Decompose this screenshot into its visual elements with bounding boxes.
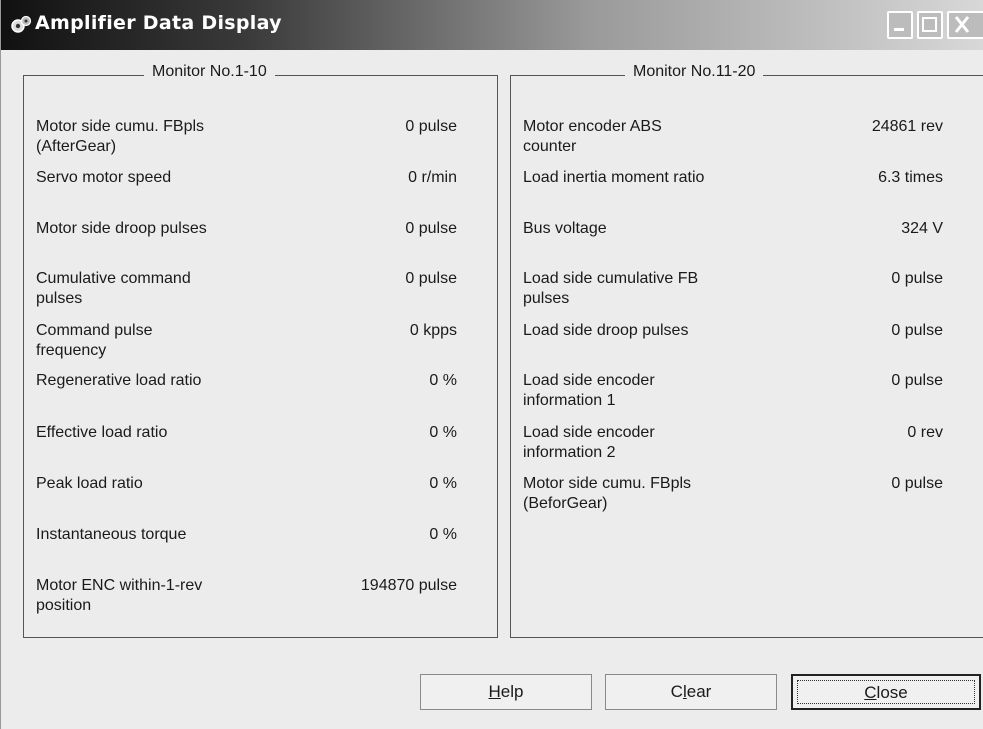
clear-label-start: C (670, 682, 683, 701)
monitor-label: Load inertia moment ratio (523, 169, 705, 186)
monitor-label: Regenerative load ratio (36, 372, 202, 389)
monitor-row: Instantaneous torque 0 % (24, 525, 457, 567)
monitor-row: Motor encoder ABS counter 24861 rev (511, 117, 943, 159)
monitor-label: Cumulative command pulses (36, 270, 191, 307)
monitor-label: Servo motor speed (36, 169, 172, 186)
maximize-button[interactable] (917, 11, 943, 39)
monitor-row: Servo motor speed 0 r/min (24, 168, 457, 210)
close-icon (954, 16, 970, 33)
help-button[interactable]: Help (420, 674, 592, 710)
monitor-value: 194870 pulse (360, 577, 457, 594)
monitor-group-2: Monitor No.11-20 Motor encoder ABS counte… (510, 63, 983, 638)
monitor-value: 0 kpps (409, 322, 457, 339)
monitor-value: 0 pulse (891, 372, 943, 389)
minimize-button[interactable] (887, 11, 913, 39)
monitor-label: Instantaneous torque (36, 526, 187, 543)
monitor-value: 0 rev (907, 424, 943, 441)
focus-rectangle (797, 680, 975, 704)
monitor-label: Effective load ratio (36, 424, 168, 441)
monitor-value: 324 V (901, 220, 943, 237)
monitor-label: Peak load ratio (36, 475, 143, 492)
monitor-label: Motor side cumu. FBpls (BeforGear) (523, 475, 692, 512)
monitor-row: Load side encoder information 1 0 pulse (511, 371, 943, 413)
close-window-button[interactable] (947, 11, 983, 39)
monitor-label: Motor side droop pulses (36, 220, 207, 237)
monitor-value: 0 pulse (891, 322, 943, 339)
monitor-label: Bus voltage (523, 220, 607, 237)
monitor-row: Motor ENC within-1-rev position 194870 pu… (24, 576, 457, 618)
monitor-label: Load side encoder information 1 (523, 372, 655, 409)
maximize-icon (922, 17, 937, 32)
monitor-value: 6.3 times (878, 169, 943, 186)
help-label-rest: elp (500, 682, 524, 701)
title-bar[interactable]: Amplifier Data Display (1, 0, 983, 50)
monitor-label: Load side encoder information 2 (523, 424, 655, 461)
monitor-value: 0 % (429, 372, 457, 389)
monitor-row: Load side droop pulses 0 pulse (511, 321, 943, 363)
clear-button[interactable]: Clear (605, 674, 777, 710)
monitor-row: Regenerative load ratio 0 % (24, 371, 457, 413)
monitor-row: Effective load ratio 0 % (24, 423, 457, 465)
monitor-row: Motor side cumu. FBpls (BeforGear) 0 puls… (511, 474, 943, 516)
help-accel: H (488, 682, 501, 701)
monitor-row: Load side cumulative FB pulses 0 pulse (511, 269, 943, 311)
monitor-label: Motor encoder ABS counter (523, 118, 662, 155)
monitor-row: Load inertia moment ratio 6.3 times (511, 168, 943, 210)
monitor-value: 0 pulse (405, 270, 457, 287)
group-title: Monitor No.1-10 (144, 63, 275, 81)
monitor-label: Motor side cumu. FBpls (AfterGear) (36, 118, 205, 155)
monitor-value: 24861 rev (871, 118, 943, 135)
monitor-label: Command pulse frequency (36, 322, 153, 359)
monitor-row: Command pulse frequency 0 kpps (24, 321, 457, 363)
group-title: Monitor No.11-20 (625, 63, 764, 81)
monitor-value: 0 r/min (408, 169, 457, 186)
monitor-label: Load side droop pulses (523, 322, 689, 339)
monitor-row: Motor side droop pulses 0 pulse (24, 219, 457, 261)
monitor-label: Motor ENC within-1-rev position (36, 577, 203, 614)
monitor-value: 0 pulse (405, 220, 457, 237)
monitor-value: 0 % (429, 526, 457, 543)
amplifier-data-display-window: Amplifier Data Display Monitor No.1-10 Mo… (0, 0, 983, 729)
minimize-icon (894, 28, 904, 31)
window-title: Amplifier Data Display (35, 12, 282, 34)
clear-label-rest: ear (686, 682, 712, 701)
monitor-value: 0 pulse (405, 118, 457, 135)
monitor-row: Bus voltage 324 V (511, 219, 943, 261)
monitor-row: Cumulative command pulses 0 pulse (24, 269, 457, 311)
monitor-row: Load side encoder information 2 0 rev (511, 423, 943, 465)
monitor-value: 0 pulse (891, 270, 943, 287)
monitor-value: 0 pulse (891, 475, 943, 492)
monitor-row: Motor side cumu. FBpls (AfterGear) 0 puls… (24, 117, 457, 159)
monitor-value: 0 % (429, 424, 457, 441)
monitor-label: Load side cumulative FB pulses (523, 270, 699, 307)
monitor-group-1: Monitor No.1-10 Motor side cumu. FBpls (A… (23, 63, 498, 638)
amplifier-gear-icon[interactable] (10, 15, 32, 35)
monitor-row: Peak load ratio 0 % (24, 474, 457, 516)
close-button[interactable]: Close (791, 674, 981, 710)
monitor-value: 0 % (429, 475, 457, 492)
